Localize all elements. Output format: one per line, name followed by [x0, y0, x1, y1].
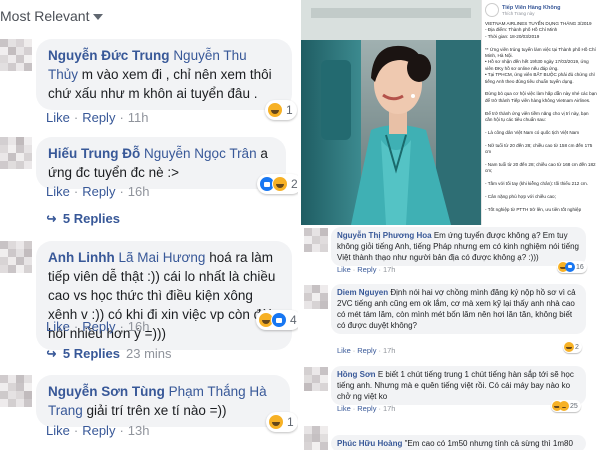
comment-time[interactable]: 16h	[128, 184, 150, 199]
avatar[interactable]	[304, 367, 328, 391]
reaction-summary[interactable]: 4	[256, 310, 298, 330]
sort-label: Most Relevant	[0, 8, 90, 24]
avatar[interactable]	[0, 39, 32, 71]
like-link[interactable]: Like	[337, 346, 351, 355]
avatar[interactable]	[304, 228, 328, 252]
comment-author[interactable]: Nguyễn Sơn Tùng	[48, 384, 165, 399]
reply-link[interactable]: Reply	[82, 184, 115, 199]
page-subtitle[interactable]: Thích Trang này	[502, 11, 560, 16]
reaction-count: 25	[570, 402, 578, 410]
comment-time[interactable]: 11h	[128, 110, 149, 125]
comment-actions: Like · Reply · 17h	[337, 404, 396, 413]
sort-dropdown[interactable]: Most Relevant	[0, 8, 104, 24]
like-link[interactable]: Like	[337, 265, 351, 274]
recruitment-post: Tiếp Viên Hàng Không Thích Trang này VIE…	[481, 0, 600, 225]
reply-link[interactable]: Reply	[82, 423, 115, 438]
like-link[interactable]: Like	[46, 110, 70, 125]
comment-text: giải trí trên xe tí nào =))	[86, 403, 227, 418]
page-name[interactable]: Tiếp Viên Hàng Không	[502, 5, 560, 11]
comment-actions: Like · Reply · 16h	[46, 184, 150, 199]
reaction-summary[interactable]: 1	[265, 100, 297, 120]
post-body: VIETNAM AIRLINES TUYỂN DỤNG THÁNG 3/2019…	[485, 21, 597, 212]
comment-time[interactable]: 17h	[383, 346, 396, 355]
comment-bubble: Phúc Hữu Hoàng "Em cao có 1m50 nhưng tín…	[331, 435, 586, 450]
reaction-count: 4	[290, 313, 297, 327]
comment-time[interactable]: 13h	[128, 423, 150, 438]
reply-link[interactable]: Reply	[357, 265, 376, 274]
comment-author[interactable]: Nguyễn Thị Phương Hoa	[337, 231, 432, 240]
reply-link[interactable]: Reply	[357, 404, 376, 413]
comment-author[interactable]: Anh Linhh	[48, 250, 115, 265]
comment-author[interactable]: Phúc Hữu Hoàng	[337, 439, 402, 448]
comment-bubble: Nguyễn Đức Trung Nguyễn Thu Thủy m vào x…	[36, 39, 292, 110]
reaction-summary[interactable]: 16	[557, 261, 587, 273]
sad-reaction-icon	[559, 401, 569, 411]
comment-author[interactable]: Hồng Sơn	[337, 370, 376, 379]
second-comments-panel: Nguyễn Thị Phương Hoa Em ứng tuyển được …	[301, 225, 600, 450]
avatar[interactable]	[304, 426, 328, 450]
avatar[interactable]	[0, 375, 32, 407]
reply-link[interactable]: Reply	[82, 319, 115, 334]
page-avatar[interactable]	[485, 3, 499, 17]
like-reaction-icon	[565, 262, 575, 272]
reaction-count: 2	[291, 177, 298, 191]
post-header: Tiếp Viên Hàng Không Thích Trang này	[485, 3, 597, 17]
like-link[interactable]: Like	[46, 184, 70, 199]
avatar[interactable]	[0, 241, 32, 273]
comments-panel: Most Relevant Nguyễn Đức Trung Nguyễn Th…	[0, 0, 298, 450]
comment-bubble: Diem Nguyen Định nói hai vợ chồng mình đ…	[331, 284, 586, 334]
haha-reaction-icon	[267, 102, 283, 118]
comment-bubble: Nguyễn Thị Phương Hoa Em ứng tuyển được …	[331, 227, 586, 266]
comment-time[interactable]: 17h	[383, 404, 396, 413]
reaction-summary[interactable]: 1	[266, 412, 298, 432]
comment-actions: Like · Reply · 17h	[337, 346, 396, 355]
replies-count: 5 Replies	[62, 211, 120, 226]
comment-author[interactable]: Nguyễn Đức Trung	[48, 48, 170, 63]
reply-link[interactable]: Reply	[82, 110, 115, 125]
like-reaction-icon	[271, 312, 287, 328]
caret-down-icon	[93, 14, 104, 21]
like-link[interactable]: Like	[46, 319, 70, 334]
reaction-summary[interactable]: 25	[551, 400, 581, 412]
comment-actions: Like · Reply · 11h	[46, 110, 149, 125]
comment-time[interactable]: 16h	[128, 319, 150, 334]
comment-text: "Em cao có 1m50 nhưng tính cả sừng thì 1…	[404, 439, 573, 448]
reaction-count: 16	[576, 263, 584, 271]
comment-actions: Like · Reply · 13h	[46, 423, 150, 438]
comment-time[interactable]: 17h	[383, 265, 396, 274]
replies-count: 5 Replies	[62, 346, 120, 361]
reaction-count: 2	[575, 343, 579, 351]
comment-bubble: Hồng Sơn E biết 1 chút tiếng trung 1 chú…	[331, 366, 586, 405]
reaction-count: 1	[286, 103, 293, 117]
haha-reaction-icon	[564, 342, 574, 352]
comment-actions: Like · Reply · 17h	[337, 265, 396, 274]
haha-reaction-icon	[268, 414, 284, 430]
reply-arrow-icon: ↪	[46, 211, 57, 226]
view-replies-link[interactable]: ↪ 5 Replies 23 mins	[46, 346, 172, 362]
avatar[interactable]	[304, 285, 328, 309]
replies-time: 23 mins	[126, 346, 172, 361]
comment-bubble: Nguyễn Sơn Tùng Phạm Thắng Hà Trang giải…	[36, 375, 290, 427]
reply-link[interactable]: Reply	[357, 346, 376, 355]
comment-author[interactable]: Hiếu Trung Đỗ	[48, 146, 140, 161]
like-link[interactable]: Like	[46, 423, 70, 438]
view-replies-link[interactable]: ↪ 5 Replies	[46, 211, 120, 227]
reaction-summary[interactable]: 2	[563, 341, 582, 353]
comment-author[interactable]: Diem Nguyen	[337, 288, 388, 297]
avatar[interactable]	[0, 137, 32, 169]
haha-reaction-icon	[272, 176, 288, 192]
comment-bubble: Hiếu Trung Đỗ Nguyễn Ngọc Trân a ứng đc …	[36, 137, 286, 189]
comment-mention[interactable]: Lã Mai Hương	[119, 250, 206, 265]
reply-arrow-icon: ↪	[46, 346, 57, 361]
comment-mention[interactable]: Nguyễn Ngọc Trân	[144, 146, 257, 161]
comment-actions: Like · Reply · 16h	[46, 319, 150, 334]
reaction-summary[interactable]: 2	[257, 174, 298, 194]
like-link[interactable]: Like	[337, 404, 351, 413]
reaction-count: 1	[287, 415, 294, 429]
flight-attendant-photo	[301, 0, 481, 225]
comment-text: m vào xem đi , chỉ nên xem thôi chứ xấu …	[48, 67, 272, 101]
